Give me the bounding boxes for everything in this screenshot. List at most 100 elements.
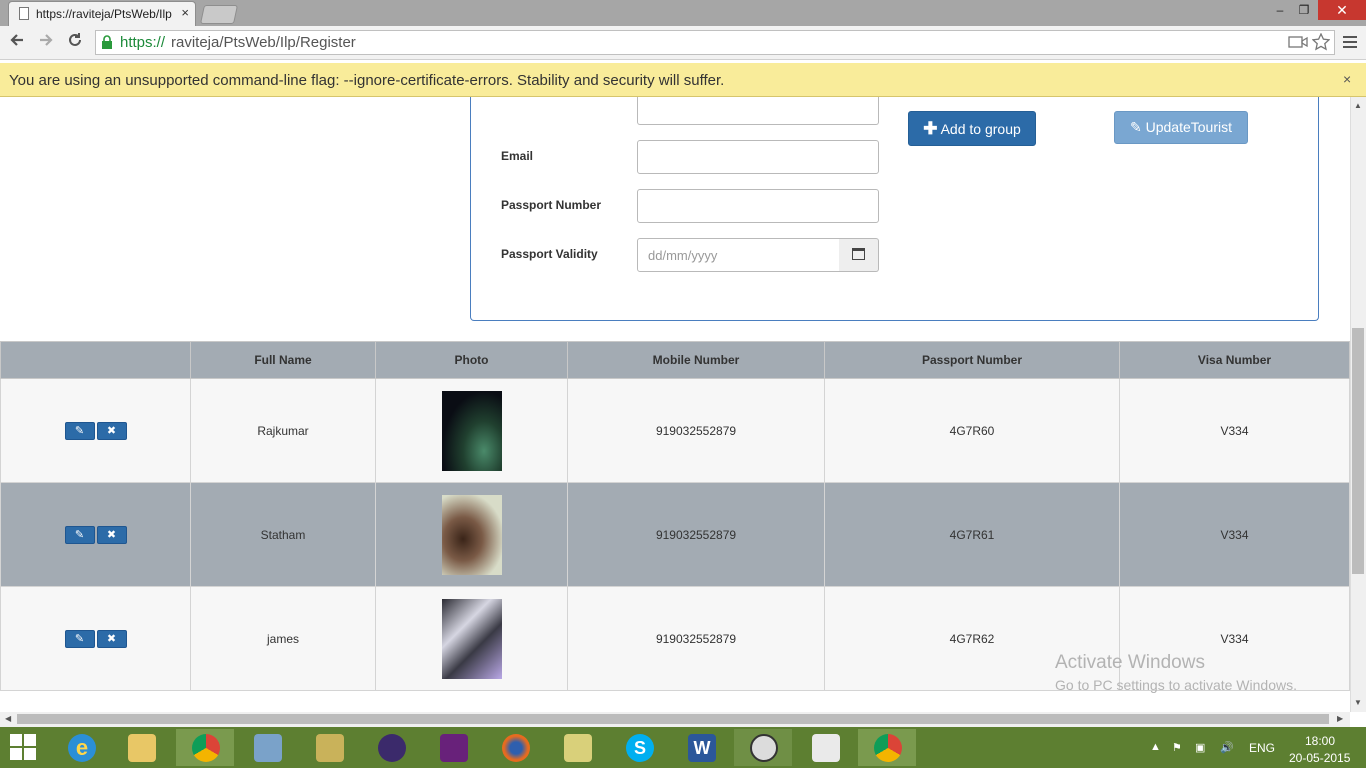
camera-icon[interactable] [1288,35,1308,49]
tourist-photo [441,390,502,471]
mobile-cell: 919032552879 [567,378,825,483]
taskbar-reader[interactable] [796,729,854,766]
scroll-up-arrow-icon[interactable]: ▲ [1354,101,1362,110]
edit-row-button[interactable]: ✎ [64,525,95,544]
horizontal-scroll-thumb[interactable] [17,714,1329,724]
folder-icon [564,734,592,762]
tourist-photo [441,494,502,575]
add-to-group-button[interactable]: ✚ Add to group [908,111,1036,146]
taskbar-visual-studio[interactable] [424,729,482,766]
delete-row-button[interactable]: ✖ [96,525,127,544]
visa-cell: V334 [1119,378,1350,483]
tray-overflow-icon[interactable]: ▲ [1150,741,1161,753]
taskbar-eclipse[interactable] [362,729,420,766]
calendar-icon [852,248,865,260]
passport-number-label: Passport Number [501,198,602,212]
flag-icon[interactable]: ⚑ [1172,741,1182,754]
scroll-left-arrow-icon[interactable]: ◀ [5,714,11,723]
actions-cell: ✎ ✖ [0,586,191,691]
passport-cell: 4G7R60 [824,378,1120,483]
close-icon: ✖ [106,632,117,645]
eclipse-icon [378,734,406,762]
new-tab-button[interactable] [199,5,239,24]
email-input[interactable] [637,140,879,174]
taskbar-server-manager[interactable] [238,729,296,766]
pts-icon [750,734,778,762]
language-indicator[interactable]: ENG [1249,741,1275,755]
chrome-icon [874,734,902,762]
passport-cell: 4G7R62 [824,586,1120,691]
visual-studio-icon [440,734,468,762]
full-name-cell: Rajkumar [190,378,376,483]
taskbar-ie[interactable]: e [52,729,110,766]
browser-tab[interactable]: https://raviteja/PtsWeb/Ilp × [8,1,196,26]
passport-number-input[interactable] [637,189,879,223]
infobar-close-button[interactable]: × [1343,71,1351,87]
tourist-table: Full Name Photo Mobile Number Passport N… [0,341,1350,691]
back-arrow-icon [10,34,23,46]
infobar-message: You are using an unsupported command-lin… [9,72,725,89]
delete-row-button[interactable]: ✖ [96,629,127,648]
actions-cell: ✎ ✖ [0,482,191,587]
folder-icon [128,734,156,762]
pencil-icon: ✎ [74,632,85,645]
menu-icon[interactable] [1343,33,1357,51]
internet-explorer-icon: e [68,734,96,762]
tab-title: https://raviteja/PtsWeb/Ilp [36,7,172,21]
scroll-down-arrow-icon[interactable]: ▼ [1354,698,1362,707]
taskbar-word[interactable]: W [672,729,730,766]
add-to-group-label: Add to group [940,121,1021,137]
server-icon [254,734,282,762]
lock-icon[interactable] [101,35,113,49]
taskbar-firefox[interactable] [486,729,544,766]
pencil-icon: ✎ [74,424,85,437]
table-row: ✎ ✖ james 919032552879 4G7R62 V334 [0,586,1350,691]
mobile-cell: 919032552879 [567,482,825,587]
reload-icon [69,33,81,46]
forward-button[interactable] [35,30,57,54]
column-header [0,341,191,379]
mobile-cell: 919032552879 [567,586,825,691]
visa-cell: V334 [1119,482,1350,587]
update-tourist-button[interactable]: ✎ UpdateTourist [1114,111,1248,144]
clock-time[interactable]: 18:00 [1305,734,1335,748]
document-icon [19,7,29,20]
edit-row-button[interactable]: ✎ [64,421,95,440]
back-button[interactable] [6,30,28,54]
tab-close-button[interactable]: × [181,5,189,20]
url-scheme: https:// [120,34,166,51]
firefox-icon [502,734,530,762]
plus-icon: ✚ [923,119,938,138]
minimize-button[interactable]: – [1268,0,1292,20]
restore-button[interactable]: ❐ [1292,0,1316,20]
tools-icon [316,734,344,762]
full-name-cell: Statham [190,482,376,587]
forward-arrow-icon [40,34,53,46]
taskbar-chrome[interactable] [176,729,234,766]
taskbar-pts[interactable] [734,729,792,766]
bookmark-star-icon[interactable] [1312,33,1330,51]
edit-row-button[interactable]: ✎ [64,629,95,648]
reload-button[interactable] [64,30,86,54]
taskbar-tools[interactable] [300,729,358,766]
start-button-icon[interactable] [10,734,38,762]
visa-cell: V334 [1119,586,1350,691]
delete-row-button[interactable]: ✖ [96,421,127,440]
url-path: raviteja/PtsWeb/Ilp/Register [171,34,356,51]
volume-icon[interactable]: 🔊 [1220,741,1234,754]
taskbar-skype[interactable]: S [610,729,668,766]
window-close-button[interactable]: ✕ [1318,0,1366,20]
taskbar-folder[interactable] [548,729,606,766]
reader-icon [812,734,840,762]
activate-windows-subtitle: Go to PC settings to activate Windows. [1055,677,1297,693]
network-icon[interactable]: ▣ [1195,741,1205,754]
scroll-right-arrow-icon[interactable]: ▶ [1337,714,1343,723]
table-row: ✎ ✖ Statham 919032552879 4G7R61 V334 [0,482,1350,587]
vertical-scroll-thumb[interactable] [1352,328,1364,574]
taskbar-chrome-2[interactable] [858,729,916,766]
edit-icon: ✎ [1129,119,1142,135]
clock-date[interactable]: 20-05-2015 [1289,751,1350,765]
taskbar-file-explorer[interactable] [112,729,170,766]
column-header: Mobile Number [567,341,825,379]
previous-field-input[interactable] [637,97,879,125]
